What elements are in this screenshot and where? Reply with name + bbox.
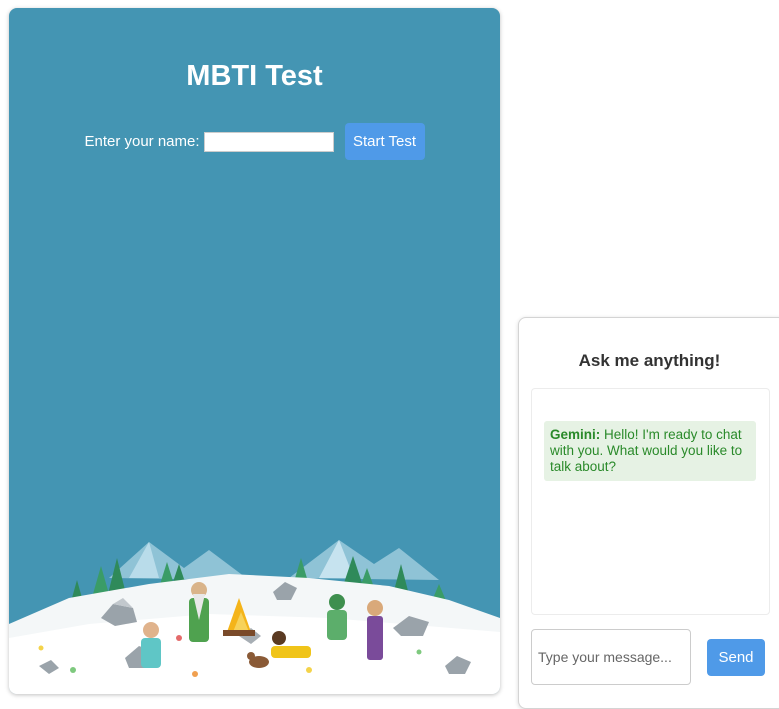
name-input[interactable] bbox=[203, 131, 334, 152]
name-entry-row: Enter your name: Start Test bbox=[9, 123, 500, 160]
chat-panel: Ask me anything! Gemini: Hello! I'm read… bbox=[518, 317, 779, 709]
message-input[interactable] bbox=[531, 629, 691, 685]
snowy-campfire-illustration bbox=[9, 540, 500, 694]
page-title: MBTI Test bbox=[186, 60, 323, 92]
name-label: Enter your name: bbox=[84, 133, 200, 150]
mbti-test-panel: MBTI Test Enter your name: Start Test bbox=[9, 8, 500, 694]
send-button[interactable]: Send bbox=[707, 639, 765, 676]
start-test-button[interactable]: Start Test bbox=[344, 123, 425, 160]
chat-title: Ask me anything! bbox=[578, 351, 721, 370]
message-sender: Gemini: bbox=[550, 427, 601, 442]
chat-message: Gemini: Hello! I'm ready to chat with yo… bbox=[544, 421, 756, 481]
chat-messages-list[interactable]: Gemini: Hello! I'm ready to chat with yo… bbox=[531, 388, 770, 615]
